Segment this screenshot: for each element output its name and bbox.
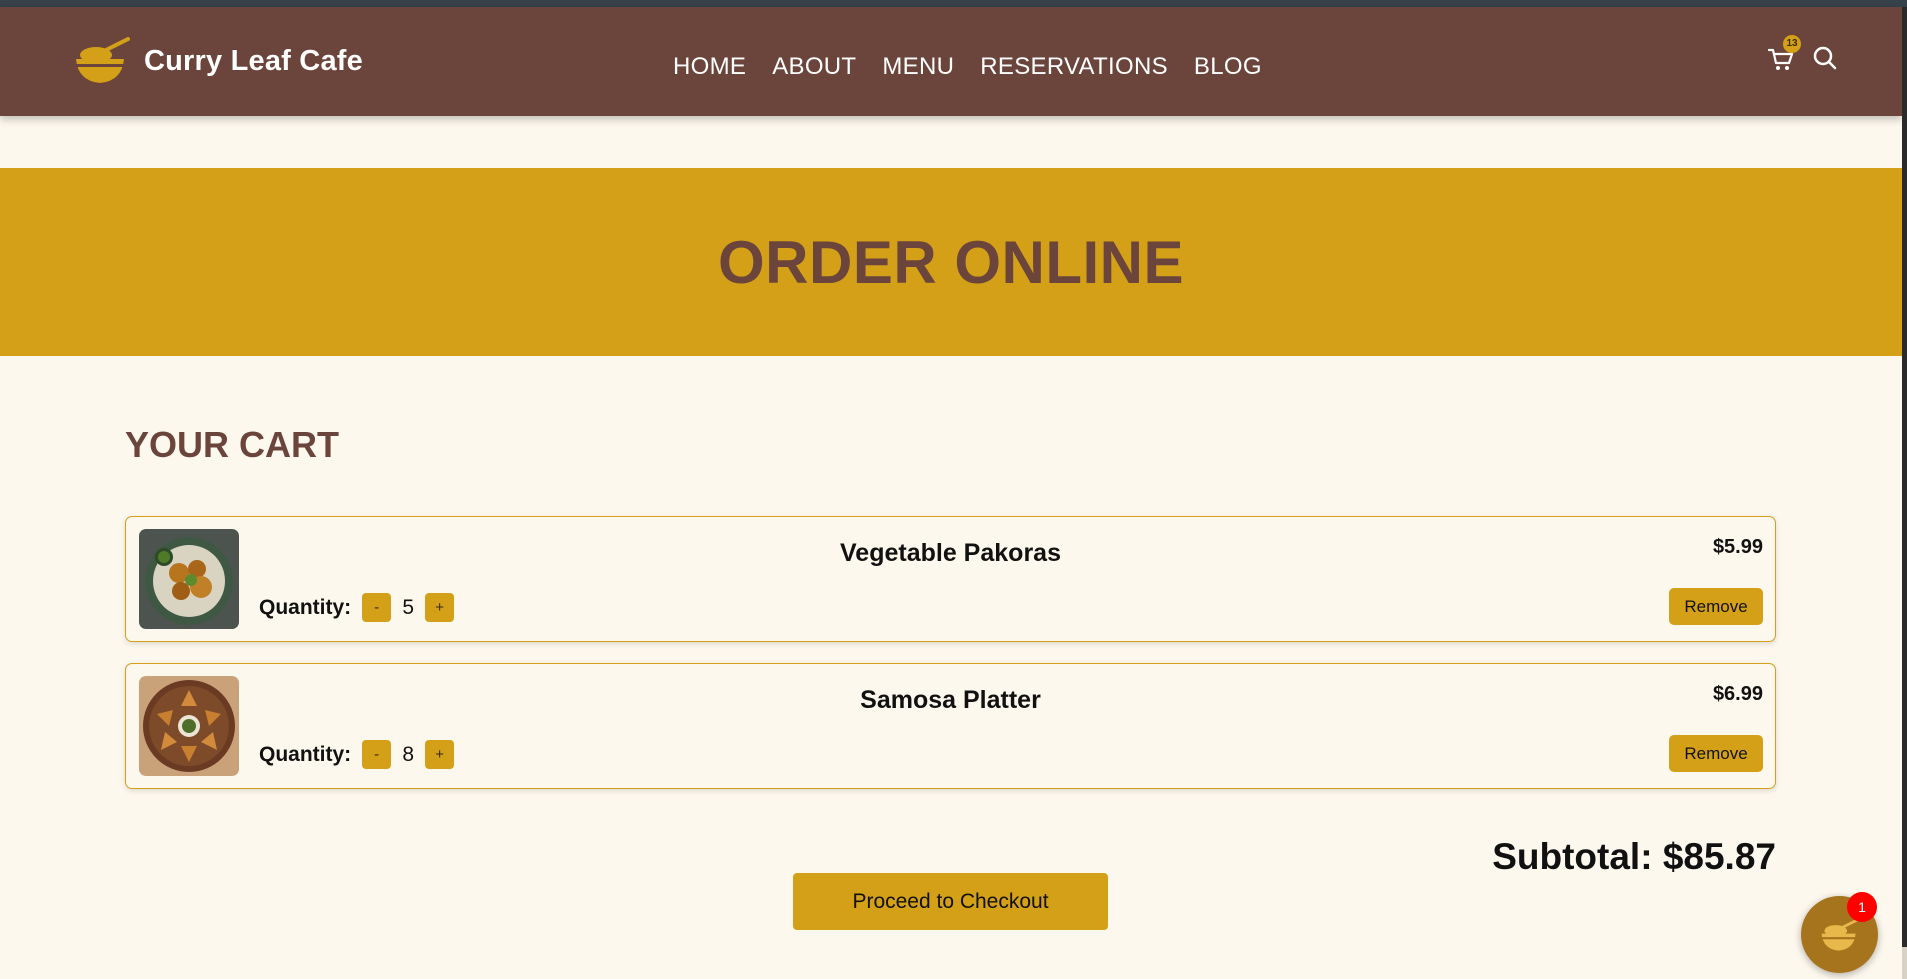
cart-count-badge: 13 (1783, 35, 1801, 53)
quantity-value: 5 (402, 595, 415, 619)
proceed-to-checkout-button[interactable]: Proceed to Checkout (793, 873, 1108, 930)
brand-name: Curry Leaf Cafe (144, 44, 363, 77)
item-price: $5.99 (1712, 536, 1763, 558)
increase-quantity-button[interactable]: + (425, 740, 455, 769)
site-header: Curry Leaf Cafe HOME ABOUT MENU RESERVAT… (0, 7, 1902, 116)
decrease-quantity-button[interactable]: - (362, 740, 392, 769)
item-price: $6.99 (1712, 683, 1763, 705)
main-nav: HOME ABOUT MENU RESERVATIONS BLOG (673, 53, 1262, 81)
increase-quantity-button[interactable]: + (425, 593, 455, 622)
page-title: ORDER ONLINE (717, 228, 1185, 296)
cart-item: Vegetable Pakoras $5.99 Quantity: - 5 + … (125, 516, 1776, 642)
decrease-quantity-button[interactable]: - (362, 593, 392, 622)
remove-item-button[interactable]: Remove (1669, 735, 1763, 772)
item-name: Vegetable Pakoras (840, 539, 1061, 567)
cart-item: Samosa Platter $6.99 Quantity: - 8 + Rem… (125, 663, 1776, 789)
cart-title: YOUR CART (125, 424, 339, 465)
quantity-stepper: Quantity: - 5 + (259, 593, 455, 622)
logo[interactable]: Curry Leaf Cafe (74, 37, 363, 85)
search-icon[interactable] (1812, 45, 1838, 71)
nav-blog[interactable]: BLOG (1194, 53, 1262, 81)
bowl-chat-icon (1821, 917, 1860, 951)
scrollbar-thumb[interactable] (1902, 7, 1907, 947)
browser-top-strip (0, 0, 1907, 7)
subtotal: Subtotal: $85.87 (1492, 836, 1776, 877)
hero-banner: ORDER ONLINE (0, 168, 1902, 356)
quantity-label: Quantity: (259, 742, 352, 766)
item-name: Samosa Platter (860, 686, 1041, 714)
chat-notification-badge: 1 (1847, 892, 1877, 922)
quantity-stepper: Quantity: - 8 + (259, 740, 455, 769)
quantity-value: 8 (402, 742, 415, 766)
bowl-logo-icon (76, 37, 130, 83)
quantity-label: Quantity: (259, 595, 352, 619)
nav-home[interactable]: HOME (673, 53, 746, 81)
nav-about[interactable]: ABOUT (772, 53, 856, 81)
nav-menu[interactable]: MENU (882, 53, 954, 81)
remove-item-button[interactable]: Remove (1669, 588, 1763, 625)
nav-reservations[interactable]: RESERVATIONS (980, 53, 1168, 81)
